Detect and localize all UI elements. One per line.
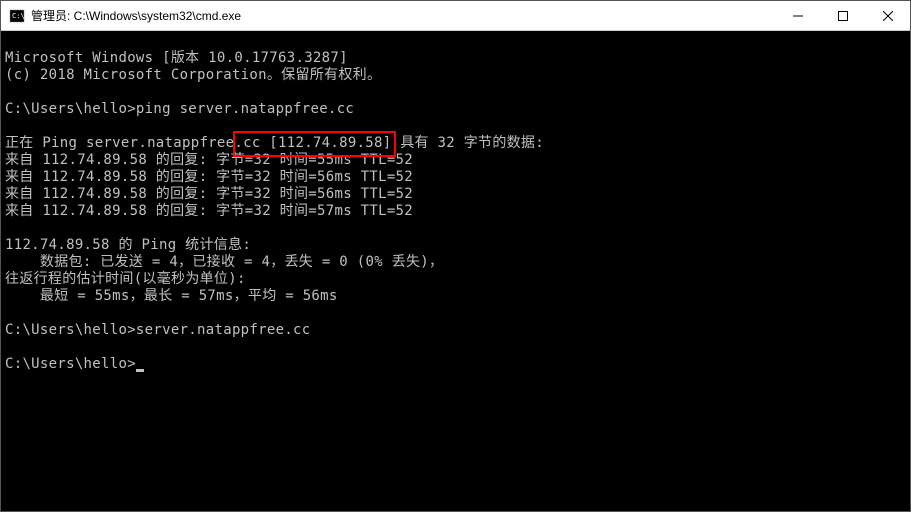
stats-header: 112.74.89.58 的 Ping 统计信息: (5, 237, 251, 253)
titlebar[interactable]: C:\ 管理员: C:\Windows\system32\cmd.exe (1, 1, 910, 31)
ping-reply: 来自 112.74.89.58 的回复: 字节=32 时间=56ms TTL=5… (5, 169, 413, 185)
window-title: 管理员: C:\Windows\system32\cmd.exe (31, 7, 775, 24)
svg-text:C:\: C:\ (12, 12, 25, 20)
version-line: Microsoft Windows [版本 10.0.17763.3287] (5, 50, 348, 66)
rtt-header: 往返行程的估计时间(以毫秒为单位): (5, 271, 246, 287)
minimize-button[interactable] (775, 1, 820, 30)
ping-reply: 来自 112.74.89.58 的回复: 字节=32 时间=57ms TTL=5… (5, 203, 413, 219)
window-controls (775, 1, 910, 30)
prompt-line: C:\Users\hello>server.natappfree.cc (5, 322, 311, 338)
packets-line: 数据包: 已发送 = 4，已接收 = 4，丢失 = 0 (0% 丢失)， (5, 254, 443, 270)
prompt-line: C:\Users\hello> (5, 356, 136, 372)
ping-reply: 来自 112.74.89.58 的回复: 字节=32 时间=56ms TTL=5… (5, 186, 413, 202)
ping-reply: 来自 112.74.89.58 的回复: 字节=32 时间=55ms TTL=5… (5, 152, 413, 168)
copyright-line: (c) 2018 Microsoft Corporation。保留所有权利。 (5, 67, 381, 83)
cursor (136, 369, 144, 372)
rtt-line: 最短 = 55ms，最长 = 57ms，平均 = 56ms (5, 288, 338, 304)
ping-header: 正在 Ping server.natappfree.cc [112.74.89.… (5, 135, 544, 151)
maximize-button[interactable] (820, 1, 865, 30)
prompt-line: C:\Users\hello>ping server.natappfree.cc (5, 101, 354, 117)
cmd-icon: C:\ (9, 8, 25, 24)
terminal-area[interactable]: Microsoft Windows [版本 10.0.17763.3287] (… (1, 31, 910, 511)
close-button[interactable] (865, 1, 910, 30)
